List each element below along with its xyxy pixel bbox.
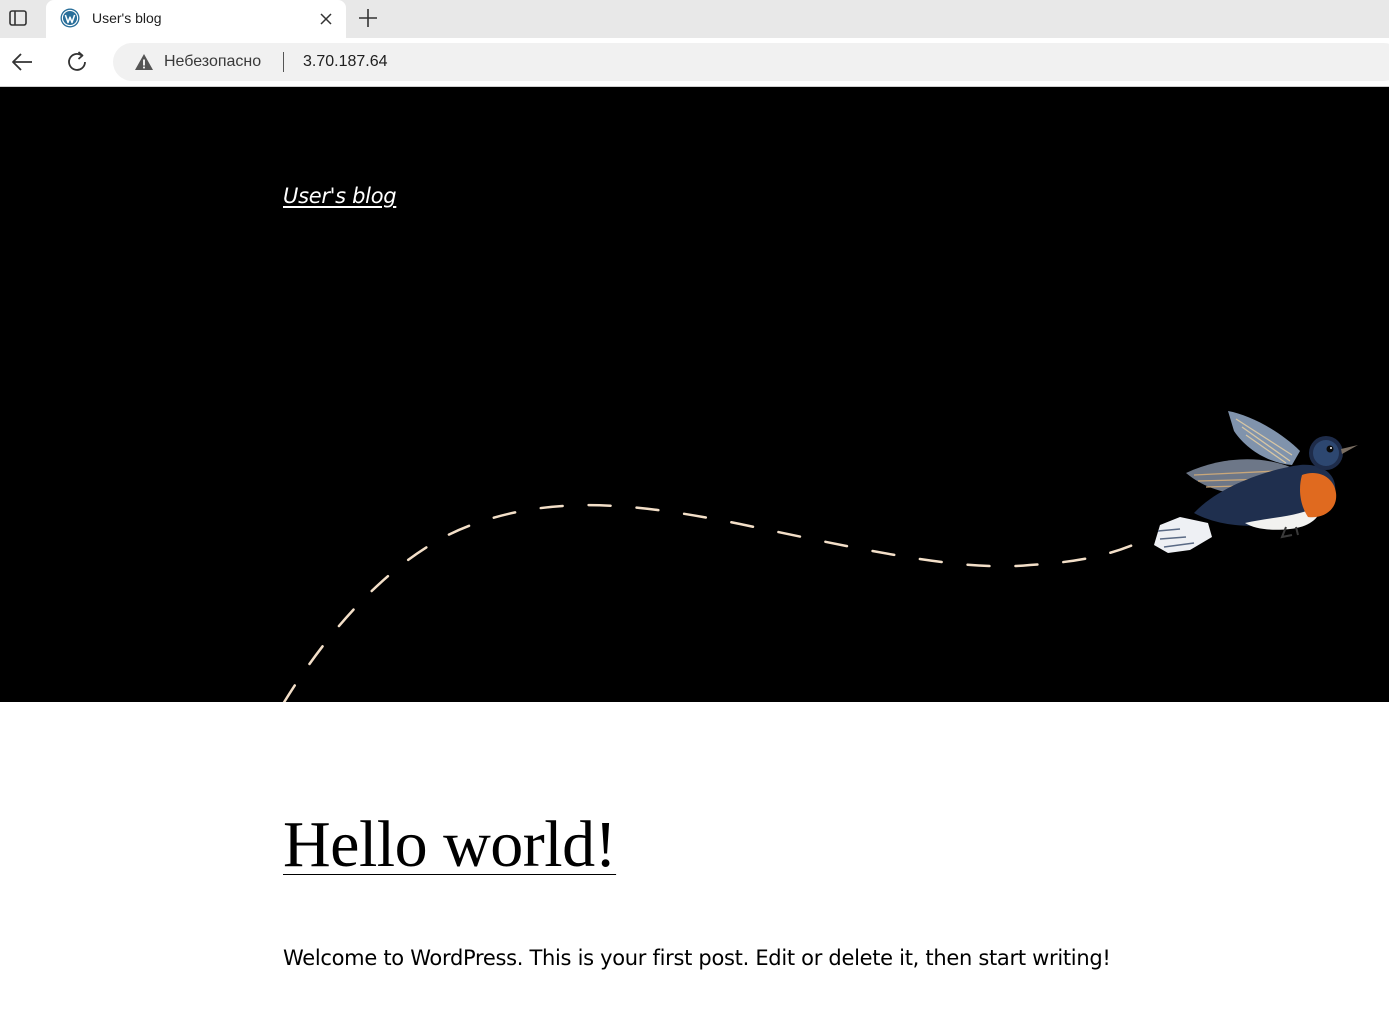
- post-excerpt: Welcome to WordPress. This is your first…: [283, 946, 1111, 970]
- url-text[interactable]: 3.70.187.64: [303, 53, 388, 71]
- tab-bar: User's blog: [0, 0, 1389, 38]
- plus-icon[interactable]: [356, 6, 380, 30]
- site-header: User's blog: [0, 87, 1389, 702]
- flight-path: [282, 503, 1142, 702]
- browser-toolbar: Небезопасно 3.70.187.64: [0, 38, 1389, 87]
- tab-title: User's blog: [92, 10, 162, 26]
- tab-actions-icon[interactable]: [0, 0, 36, 36]
- post-title-link[interactable]: Hello world!: [283, 812, 617, 878]
- back-arrow-icon[interactable]: [9, 49, 35, 75]
- close-icon[interactable]: [316, 9, 336, 29]
- address-divider: [283, 52, 284, 72]
- bird-illustration: [1154, 411, 1358, 553]
- address-bar[interactable]: Небезопасно 3.70.187.64: [113, 43, 1389, 81]
- browser-tab[interactable]: User's blog: [46, 0, 346, 38]
- security-label[interactable]: Небезопасно: [164, 53, 261, 71]
- reload-icon[interactable]: [64, 49, 90, 75]
- warning-icon[interactable]: [134, 52, 154, 72]
- wordpress-icon: [60, 8, 80, 28]
